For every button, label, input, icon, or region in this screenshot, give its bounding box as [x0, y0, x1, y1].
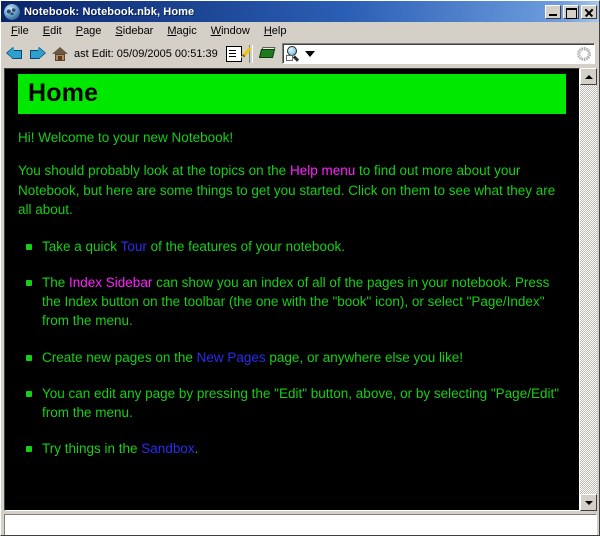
window-controls [545, 4, 597, 19]
maximize-button[interactable] [563, 4, 579, 19]
resize-grip-icon [577, 46, 591, 61]
inline-link[interactable]: Help menu [290, 163, 355, 178]
page-title: Home [28, 79, 99, 107]
list-item: Try things in the Sandbox. [18, 439, 567, 458]
notebook-window: Notebook: Notebook.nbk, Home File Edit P… [0, 0, 600, 536]
scroll-up-button[interactable] [580, 68, 597, 85]
scroll-up-icon [584, 74, 593, 79]
edit-page-icon [225, 45, 242, 62]
menu-item-help[interactable]: Help [257, 23, 294, 40]
search-box[interactable] [281, 43, 595, 64]
notebook-globe-icon [4, 3, 20, 20]
toolbar: ast Edit: 05/09/2005 00:51:39 [1, 41, 599, 66]
menu-item-file[interactable]: File [4, 23, 36, 40]
menu-item-edit[interactable]: Edit [36, 23, 69, 40]
window-title: Notebook: Notebook.nbk, Home [24, 5, 195, 18]
menu-item-window[interactable]: Window [204, 23, 257, 40]
scroll-down-icon [584, 500, 593, 505]
last-edit-label: ast Edit: 05/09/2005 00:51:39 [74, 47, 218, 60]
forward-arrow-icon [30, 47, 45, 60]
list-item: Take a quick Tour of the features of you… [18, 237, 567, 256]
page-content: Home Hi! Welcome to your new Notebook! Y… [5, 69, 579, 483]
menu-item-magic[interactable]: Magic [160, 23, 203, 40]
inline-link[interactable]: Index Sidebar [69, 275, 152, 290]
scrollbar-track[interactable] [580, 85, 597, 494]
forward-button[interactable] [26, 43, 48, 64]
list-item: Create new pages on the New Pages page, … [18, 348, 567, 367]
back-arrow-icon [7, 47, 22, 60]
page-area: Home Hi! Welcome to your new Notebook! Y… [1, 66, 599, 513]
chevron-down-icon[interactable] [304, 50, 315, 57]
paragraph: Hi! Welcome to your new Notebook! [18, 130, 234, 146]
search-input[interactable] [314, 47, 577, 60]
titlebar: Notebook: Notebook.nbk, Home [1, 1, 599, 22]
inline-link[interactable]: Sandbox [141, 441, 194, 456]
back-button[interactable] [3, 43, 25, 64]
edit-button[interactable] [223, 43, 245, 64]
statusbar [4, 514, 597, 535]
inline-link[interactable]: Tour [121, 239, 147, 254]
menu-item-sidebar[interactable]: Sidebar [108, 23, 160, 40]
list-item: The Index Sidebar can show you an index … [18, 273, 567, 330]
vertical-scrollbar[interactable] [580, 68, 597, 511]
page-body: Hi! Welcome to your new Notebook! You sh… [13, 128, 571, 458]
bullet-list: Take a quick Tour of the features of you… [18, 237, 567, 458]
paragraph: You should probably look at the topics o… [18, 163, 556, 217]
close-icon [582, 6, 596, 18]
inline-link[interactable]: New Pages [197, 350, 266, 365]
close-button[interactable] [581, 4, 597, 19]
index-button[interactable] [257, 43, 279, 64]
list-item: You can edit any page by pressing the "E… [18, 384, 567, 422]
page-banner: Home [18, 74, 566, 115]
magnifier-icon[interactable] [285, 46, 301, 62]
home-button[interactable] [49, 43, 71, 64]
maximize-icon [564, 6, 578, 19]
scroll-down-button[interactable] [580, 494, 597, 511]
index-book-icon [259, 47, 276, 60]
minimize-button[interactable] [545, 4, 561, 19]
page-frame: Home Hi! Welcome to your new Notebook! Y… [4, 68, 580, 511]
menubar: File Edit Page Sidebar Magic Window Help [1, 22, 599, 41]
minimize-icon [546, 6, 560, 18]
menu-item-page[interactable]: Page [69, 23, 109, 40]
home-icon [52, 46, 68, 61]
